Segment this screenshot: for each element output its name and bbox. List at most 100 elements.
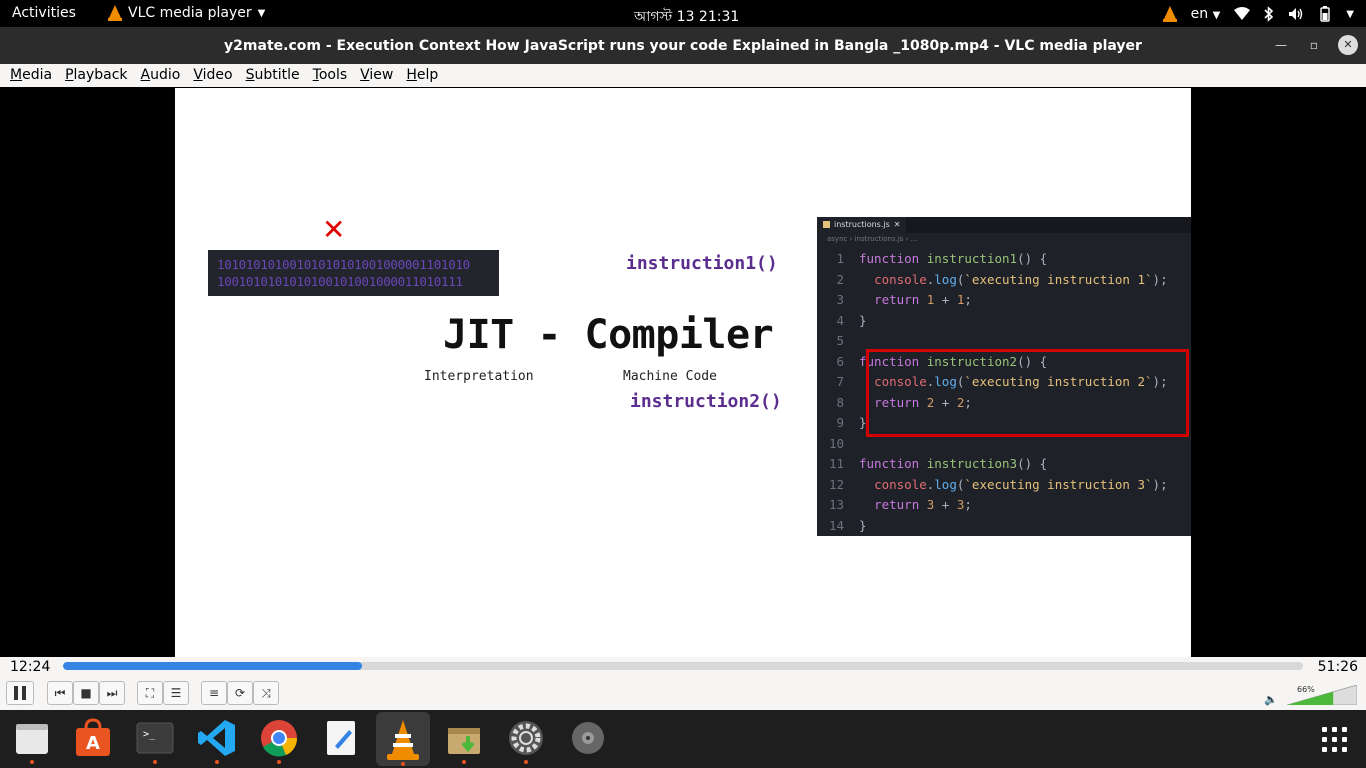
volume-icon	[1289, 8, 1303, 20]
vlc-tray-icon[interactable]	[1162, 6, 1177, 22]
clock[interactable]: আগস্ট 13 21:31	[634, 5, 739, 29]
chevron-down-icon: ▼	[257, 7, 266, 19]
equalizer-icon: ☰	[170, 686, 182, 700]
total-time[interactable]: 51:26	[1318, 659, 1358, 675]
battery-icon	[1320, 6, 1330, 22]
code-line: 3 return 1 + 1;	[836, 292, 972, 307]
code-line: 14}	[828, 517, 867, 533]
shuffle-icon: ⤨	[261, 686, 271, 700]
instruction2-label: instruction2()	[630, 391, 782, 412]
code-line: 11 function instruction3() {	[828, 456, 1048, 471]
shuffle-button[interactable]: ⤨	[253, 681, 279, 705]
elapsed-time[interactable]: 12:24	[10, 659, 50, 675]
minimize-button[interactable]: —	[1271, 35, 1291, 55]
chrome-app[interactable]	[259, 718, 299, 764]
fullscreen-button[interactable]: ⛶	[137, 681, 163, 705]
editor-tabs: instructions.js ✕	[817, 217, 1191, 233]
stop-button[interactable]: ■	[73, 681, 99, 705]
menu-help[interactable]: Help	[406, 64, 438, 87]
playlist-icon: ≡	[208, 686, 220, 700]
loop-icon: ⟳	[234, 686, 246, 700]
menu-playback[interactable]: Playback	[65, 64, 127, 87]
seek-bar[interactable]	[63, 662, 1303, 670]
interpretation-label: Interpretation	[424, 369, 534, 384]
disc-icon	[572, 722, 604, 754]
power-menu-chevron-icon[interactable]: ▼	[1346, 9, 1354, 20]
slide-heading: JIT - Compiler	[443, 312, 774, 358]
menu-view[interactable]: View	[360, 64, 393, 87]
skip-forward-icon: ⏭	[106, 686, 118, 700]
previous-button[interactable]: ⏮	[47, 681, 73, 705]
volume-slider[interactable]	[1287, 685, 1357, 705]
app-menu[interactable]: VLC media player ▼	[108, 5, 265, 21]
close-icon: ✕	[893, 220, 901, 229]
speaker-icon[interactable]: 🔈	[1264, 693, 1278, 706]
gnome-top-bar: Activities VLC media player ▼ আগস্ট 13 2…	[0, 0, 1366, 27]
vscode-app[interactable]	[197, 718, 237, 764]
activities-button[interactable]: Activities	[12, 5, 76, 21]
maximize-button[interactable]: ▫	[1304, 35, 1324, 55]
show-applications-icon[interactable]	[1322, 727, 1348, 753]
settings-app[interactable]	[506, 718, 546, 764]
menu-bar: Media Playback Audio Video Subtitle Tool…	[0, 64, 1366, 87]
video-area[interactable]: ✕ 10101010100101010101001000001101010 10…	[0, 87, 1366, 658]
menu-audio[interactable]: Audio	[141, 64, 181, 87]
app-menu-label: VLC media player	[128, 5, 252, 21]
binary-line: 1001010101010100101001000011010111	[217, 274, 463, 289]
next-button[interactable]: ⏭	[99, 681, 125, 705]
system-tray[interactable]: en ▼ ▼	[1162, 3, 1354, 25]
skip-back-icon: ⏮	[54, 686, 66, 700]
svg-text:>_: >_	[143, 729, 156, 740]
code-line: 13 return 3 + 3;	[828, 497, 972, 512]
window-title: y2mate.com - Execution Context How JavaS…	[224, 38, 1142, 54]
folder-icon	[16, 724, 48, 754]
shopping-bag-icon: A	[76, 718, 110, 756]
fullscreen-icon: ⛶	[145, 686, 155, 700]
code-line: 2 console.log(`executing instruction 1`)…	[836, 271, 1168, 287]
vscode-icon	[198, 720, 235, 756]
playlist-button[interactable]: ≡	[201, 681, 227, 705]
archive-manager-app[interactable]	[444, 718, 484, 764]
code-line: 4}	[836, 312, 867, 328]
close-button[interactable]: ✕	[1338, 35, 1358, 55]
pause-icon	[14, 686, 26, 700]
window-title-bar[interactable]: y2mate.com - Execution Context How JavaS…	[0, 27, 1366, 64]
menu-subtitle[interactable]: Subtitle	[246, 64, 300, 87]
code-editor-screenshot: instructions.js ✕ async › instructions.j…	[817, 217, 1191, 536]
svg-text:A: A	[86, 733, 100, 754]
player-controls: 12:24 51:26 ⏮ ■ ⏭ ⛶ ☰ ≡ ⟳ ⤨ 🔈 66%	[0, 657, 1366, 710]
pause-button[interactable]	[6, 681, 34, 705]
vlc-cone-icon	[108, 5, 122, 21]
menu-media[interactable]: Media	[10, 64, 52, 87]
gear-icon	[509, 721, 543, 755]
disc-app[interactable]	[568, 718, 608, 758]
menu-tools[interactable]: Tools	[313, 64, 348, 87]
text-editor-app[interactable]	[321, 718, 361, 758]
stop-icon: ■	[80, 686, 92, 700]
editor-breadcrumb: async › instructions.js › ...	[827, 235, 918, 243]
wifi-icon	[1234, 7, 1251, 20]
binary-code-box: 10101010100101010101001000001101010 1001…	[208, 250, 499, 296]
red-x-mark: ✕	[322, 213, 346, 246]
machine-code-label: Machine Code	[623, 369, 717, 384]
files-app[interactable]	[12, 718, 52, 764]
video-frame: ✕ 10101010100101010101001000001101010 10…	[175, 88, 1191, 658]
terminal-app[interactable]: >_	[135, 718, 175, 764]
menu-video[interactable]: Video	[193, 64, 232, 87]
editor-tab: instructions.js ✕	[817, 217, 907, 233]
js-file-icon	[823, 221, 830, 228]
seek-bar-fill	[63, 662, 362, 670]
language-indicator[interactable]: en ▼	[1191, 6, 1221, 22]
vlc-app[interactable]	[376, 712, 430, 766]
bluetooth-icon	[1264, 6, 1274, 22]
text-editor-icon	[327, 721, 355, 755]
instruction1-label: instruction1()	[626, 253, 778, 274]
software-app[interactable]: A	[73, 718, 113, 758]
loop-button[interactable]: ⟳	[227, 681, 253, 705]
code-line: 1 function instruction1() {	[836, 251, 1048, 266]
binary-line: 10101010100101010101001000001101010	[217, 257, 470, 272]
chrome-icon	[261, 720, 298, 757]
terminal-icon: >_	[136, 722, 174, 754]
archive-icon	[448, 728, 480, 754]
extended-settings-button[interactable]: ☰	[163, 681, 189, 705]
